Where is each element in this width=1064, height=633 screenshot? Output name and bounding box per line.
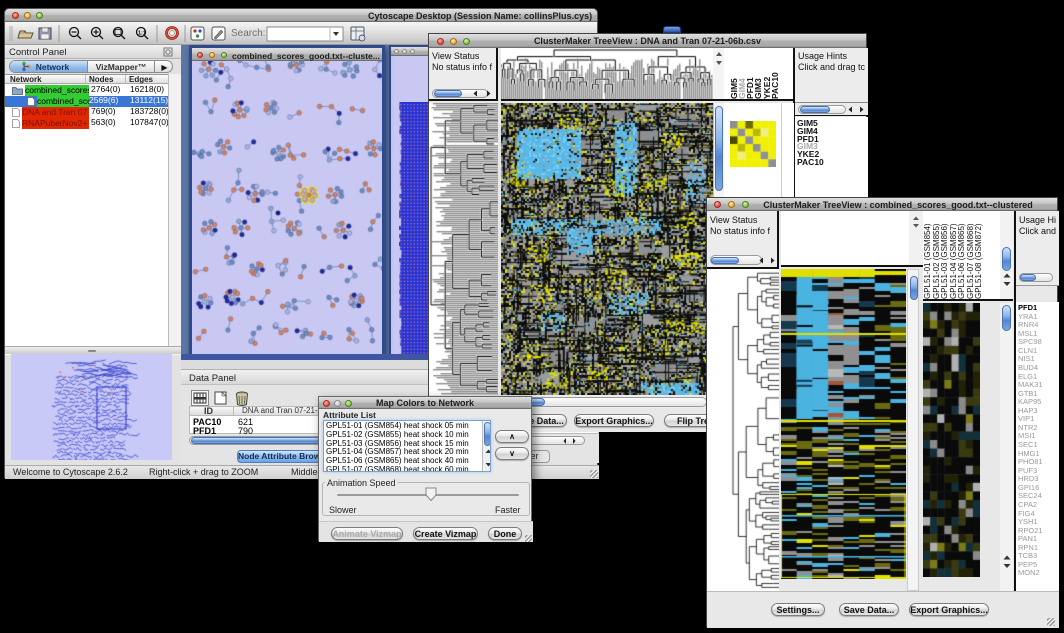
svg-text:Search:: Search: bbox=[231, 28, 265, 39]
svg-text:1:1: 1:1 bbox=[138, 31, 146, 37]
